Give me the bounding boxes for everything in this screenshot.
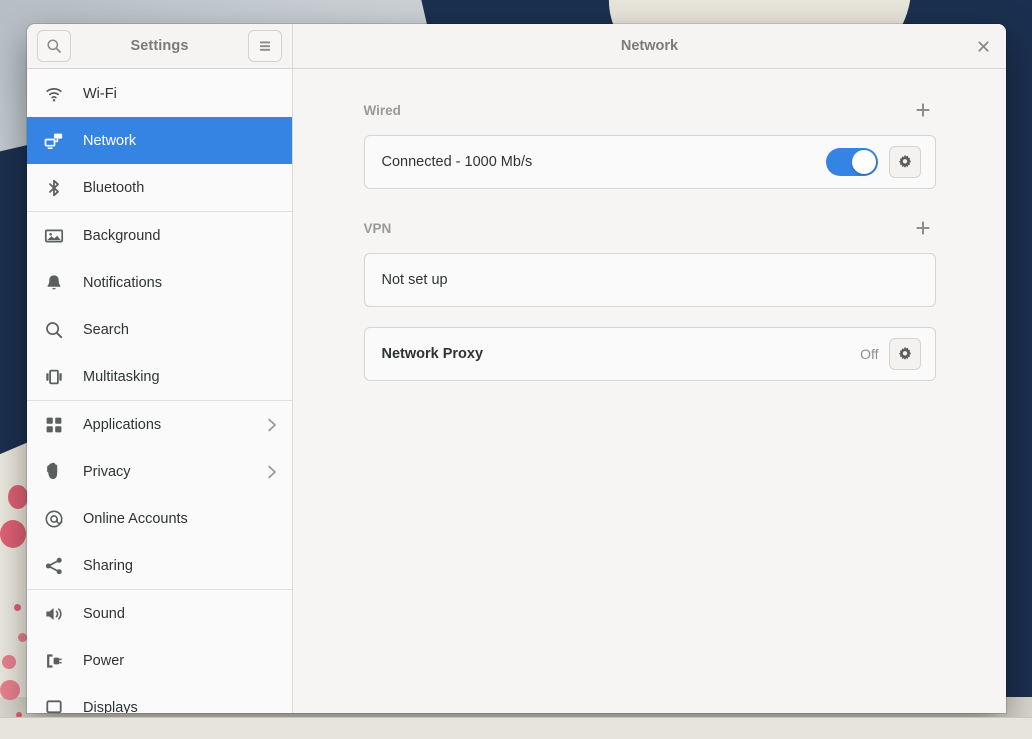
settings-window: Settings Network	[27, 24, 1006, 713]
wired-connection-label: Connected - 1000 Mb/s	[382, 154, 826, 170]
sidebar-item-label: Notifications	[83, 275, 278, 291]
wired-group-header: Wired	[364, 95, 936, 125]
add-vpn-button[interactable]	[910, 215, 936, 241]
power-plug-icon	[43, 650, 65, 672]
vpn-group-header: VPN	[364, 213, 936, 243]
vpn-title: VPN	[364, 221, 910, 236]
gear-icon	[897, 154, 913, 170]
desktop-bottom-panel[interactable]	[0, 717, 1032, 739]
vpn-empty-row: Not set up	[364, 253, 936, 307]
sidebar-item-sharing[interactable]: Sharing	[27, 542, 292, 589]
network-proxy-row[interactable]: Network Proxy Off	[364, 327, 936, 381]
multitasking-icon	[43, 366, 65, 388]
chevron-right-icon	[266, 417, 278, 433]
share-nodes-icon	[43, 555, 65, 577]
network-proxy-status: Off	[860, 346, 878, 362]
sidebar-item-privacy[interactable]: Privacy	[27, 448, 292, 495]
sidebar-item-network[interactable]: Network	[27, 117, 292, 164]
search-icon	[46, 38, 62, 54]
sidebar-item-displays[interactable]: Displays	[27, 684, 292, 713]
sidebar-item-sound[interactable]: Sound	[27, 590, 292, 637]
plus-icon	[915, 220, 931, 236]
sidebar-item-background[interactable]: Background	[27, 212, 292, 259]
main-menu-button[interactable]	[248, 30, 282, 62]
close-window-button[interactable]	[970, 33, 996, 59]
sidebar-item-label: Wi-Fi	[83, 86, 278, 102]
sidebar-item-label: Sound	[83, 606, 278, 622]
network-proxy-label: Network Proxy	[382, 346, 861, 362]
sidebar-item-notifications[interactable]: Notifications	[27, 259, 292, 306]
search-icon	[43, 319, 65, 341]
sidebar-item-label: Power	[83, 653, 278, 669]
close-icon	[978, 41, 989, 52]
sidebar-item-wifi[interactable]: Wi-Fi	[27, 70, 292, 117]
chevron-right-icon	[266, 464, 278, 480]
page-title: Network	[621, 38, 678, 54]
toggle-knob	[852, 150, 876, 174]
network-settings-panel: Wired Connected - 1000 Mb/s	[293, 69, 1006, 713]
wallpaper-dot	[18, 633, 27, 642]
grid-apps-icon	[43, 414, 65, 436]
gear-icon	[897, 346, 913, 362]
wallpaper-dot	[0, 520, 26, 548]
wallpaper-dot	[2, 655, 16, 669]
at-sign-icon	[43, 508, 65, 530]
sidebar-item-bluetooth[interactable]: Bluetooth	[27, 164, 292, 211]
sidebar-item-online-accounts[interactable]: Online Accounts	[27, 495, 292, 542]
background-image-icon	[43, 225, 65, 247]
bluetooth-icon	[43, 177, 65, 199]
sidebar-item-label: Multitasking	[83, 369, 278, 385]
window-body: Wi-Fi Network	[27, 69, 1006, 713]
settings-sidebar[interactable]: Wi-Fi Network	[27, 69, 293, 713]
wallpaper-dot	[8, 485, 28, 509]
plus-icon	[915, 102, 931, 118]
network-proxy-settings-button[interactable]	[889, 338, 921, 370]
wallpaper-dot	[14, 604, 21, 611]
app-title: Settings	[71, 38, 248, 54]
hand-icon	[43, 461, 65, 483]
hamburger-menu-icon	[257, 39, 273, 53]
sidebar-item-label: Displays	[83, 700, 278, 714]
speaker-icon	[43, 603, 65, 625]
sidebar-item-power[interactable]: Power	[27, 637, 292, 684]
sidebar-item-label: Applications	[83, 417, 266, 433]
wired-connection-toggle[interactable]	[826, 148, 878, 176]
sidebar-item-label: Search	[83, 322, 278, 338]
search-button[interactable]	[37, 30, 71, 62]
headerbar-content-section: Network	[293, 24, 1006, 68]
sidebar-item-label: Background	[83, 228, 278, 244]
desktop-wallpaper: Settings Network	[0, 0, 1032, 739]
sidebar-item-applications[interactable]: Applications	[27, 401, 292, 448]
network-icon	[43, 130, 65, 152]
wallpaper-dot	[0, 680, 20, 700]
wired-title: Wired	[364, 103, 910, 118]
vpn-status-label: Not set up	[382, 272, 921, 288]
wifi-icon	[43, 83, 65, 105]
sidebar-item-multitasking[interactable]: Multitasking	[27, 353, 292, 400]
add-wired-connection-button[interactable]	[910, 97, 936, 123]
sidebar-item-label: Sharing	[83, 558, 278, 574]
window-headerbar: Settings Network	[27, 24, 1006, 69]
bell-icon	[43, 272, 65, 294]
sidebar-item-label: Privacy	[83, 464, 266, 480]
wired-connection-row[interactable]: Connected - 1000 Mb/s	[364, 135, 936, 189]
sidebar-item-label: Bluetooth	[83, 180, 278, 196]
headerbar-sidebar-section: Settings	[27, 24, 293, 68]
sidebar-item-label: Network	[83, 133, 278, 149]
sidebar-item-label: Online Accounts	[83, 511, 278, 527]
sidebar-item-search[interactable]: Search	[27, 306, 292, 353]
wired-settings-button[interactable]	[889, 146, 921, 178]
monitor-icon	[43, 697, 65, 714]
